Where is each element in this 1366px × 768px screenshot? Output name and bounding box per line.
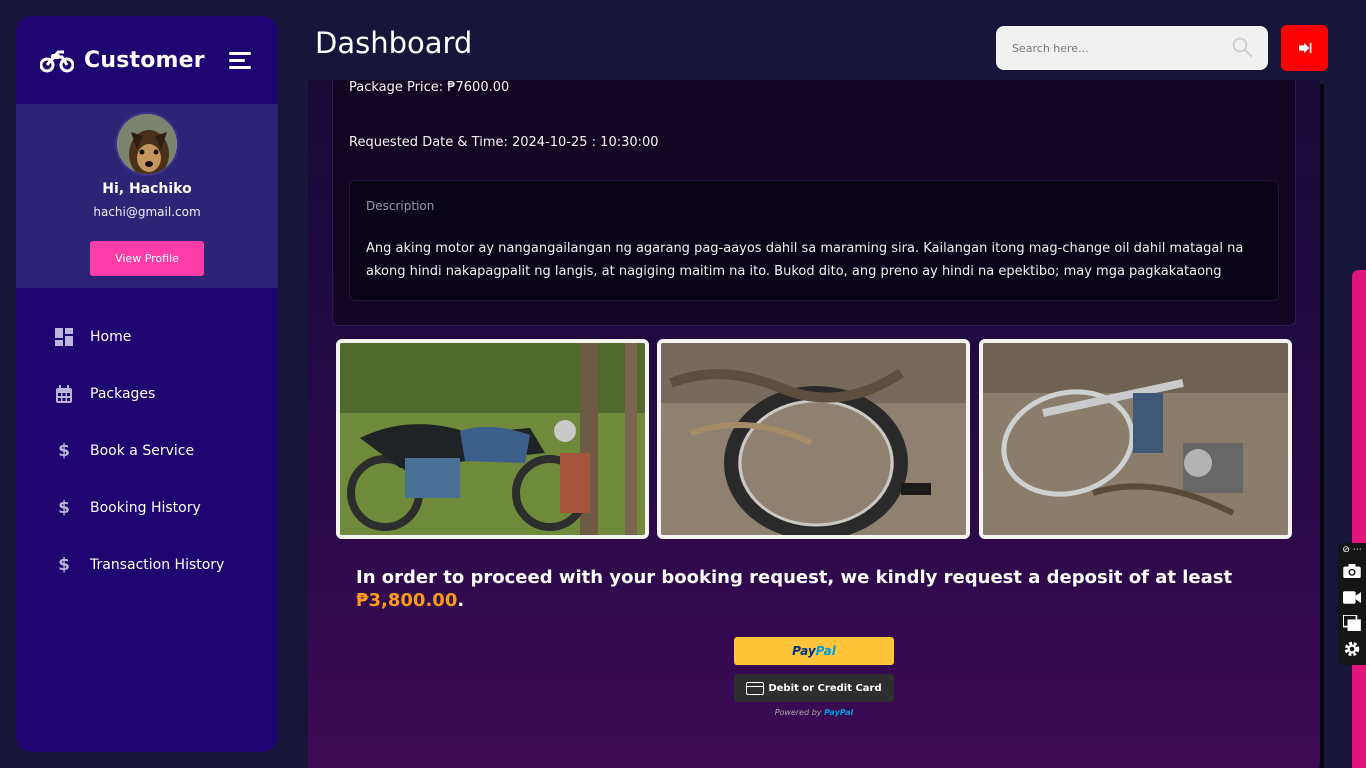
brand-title: Customer [84, 47, 205, 73]
deposit-message: In order to proceed with your booking re… [356, 566, 1236, 612]
sidebar-item-label: Booking History [90, 499, 201, 516]
credit-card-icon [746, 681, 765, 695]
sidebar-nav: Home Packages $ Book a Service $ Booking… [16, 288, 278, 593]
dollar-icon: $ [58, 440, 70, 461]
debit-credit-card-button[interactable]: Debit or Credit Card [734, 674, 894, 702]
search-icon[interactable] [1232, 37, 1252, 57]
profile-card: Hi, Hachiko hachi@gmail.com View Profile [16, 104, 278, 288]
deposit-end: . [457, 590, 465, 611]
deposit-text: In order to proceed with your booking re… [356, 567, 1233, 588]
requested-datetime: Requested Date & Time: 2024-10-25 : 10:3… [349, 135, 659, 150]
sidebar: Customer Hi, Hachiko hachi@gmail.com Vie… [16, 16, 278, 752]
sidebar-item-booking-history[interactable]: $ Booking History [16, 479, 278, 536]
logout-button[interactable] [1281, 25, 1328, 71]
camera-icon[interactable] [1342, 561, 1362, 581]
sidebar-item-label: Transaction History [90, 556, 225, 573]
package-price: Package Price: ₱7600.00 [349, 80, 510, 95]
search-input[interactable] [996, 26, 1268, 70]
booking-detail-panel: Package Price: ₱7600.00 Requested Date &… [308, 80, 1320, 768]
dashboard-icon [54, 327, 74, 347]
paypal-logo-part1: Pay [792, 644, 816, 658]
deposit-amount: ₱3,800.00 [356, 590, 458, 611]
screen-capture-icon[interactable] [1342, 613, 1362, 633]
powered-by-brand: PayPal [824, 708, 854, 717]
greeting: Hi, Hachiko [102, 181, 192, 197]
motorcycle-icon [40, 50, 74, 73]
description-text: Ang aking motor ay nangangailangan ng ag… [366, 241, 1244, 279]
sidebar-item-label: Book a Service [90, 442, 195, 459]
user-email: hachi@gmail.com [93, 205, 201, 219]
more-options-icon[interactable]: ⊘ ⋯ [1342, 545, 1361, 555]
card-button-label: Debit or Credit Card [768, 682, 882, 694]
paypal-button[interactable]: Pay Pal [734, 637, 894, 665]
scrollbar-thumb[interactable] [1352, 270, 1366, 768]
sidebar-item-label: Packages [90, 385, 156, 402]
logout-icon [1298, 42, 1311, 54]
motorcycle-photo-3[interactable] [979, 339, 1292, 539]
booking-details-card: Package Price: ₱7600.00 Requested Date &… [332, 80, 1296, 326]
video-icon[interactable] [1342, 587, 1362, 607]
sidebar-item-label: Home [90, 328, 132, 345]
menu-toggle-icon[interactable] [229, 52, 251, 70]
settings-icon[interactable] [1342, 639, 1362, 659]
sidebar-item-book-a-service[interactable]: $ Book a Service [16, 422, 278, 479]
dollar-icon: $ [58, 497, 70, 518]
dollar-icon: $ [58, 554, 70, 575]
recorder-toolbar: ⊘ ⋯ [1338, 543, 1366, 665]
paypal-logo-part2: Pal [815, 644, 836, 658]
calendar-icon [54, 384, 74, 404]
avatar [115, 112, 179, 176]
sidebar-item-transaction-history[interactable]: $ Transaction History [16, 536, 278, 593]
view-profile-button[interactable]: View Profile [90, 241, 204, 276]
motorcycle-photo-2[interactable] [657, 339, 970, 539]
sidebar-item-packages[interactable]: Packages [16, 365, 278, 422]
motorcycle-photo-1[interactable] [336, 339, 649, 539]
powered-by-paypal: Powered by PayPal [734, 708, 894, 717]
page-title: Dashboard [315, 26, 473, 60]
sidebar-item-home[interactable]: Home [16, 308, 278, 365]
description-label: Description [366, 199, 435, 213]
description-box: Description Ang aking motor ay nangangai… [349, 180, 1279, 301]
powered-by-text: Powered by [774, 708, 822, 717]
